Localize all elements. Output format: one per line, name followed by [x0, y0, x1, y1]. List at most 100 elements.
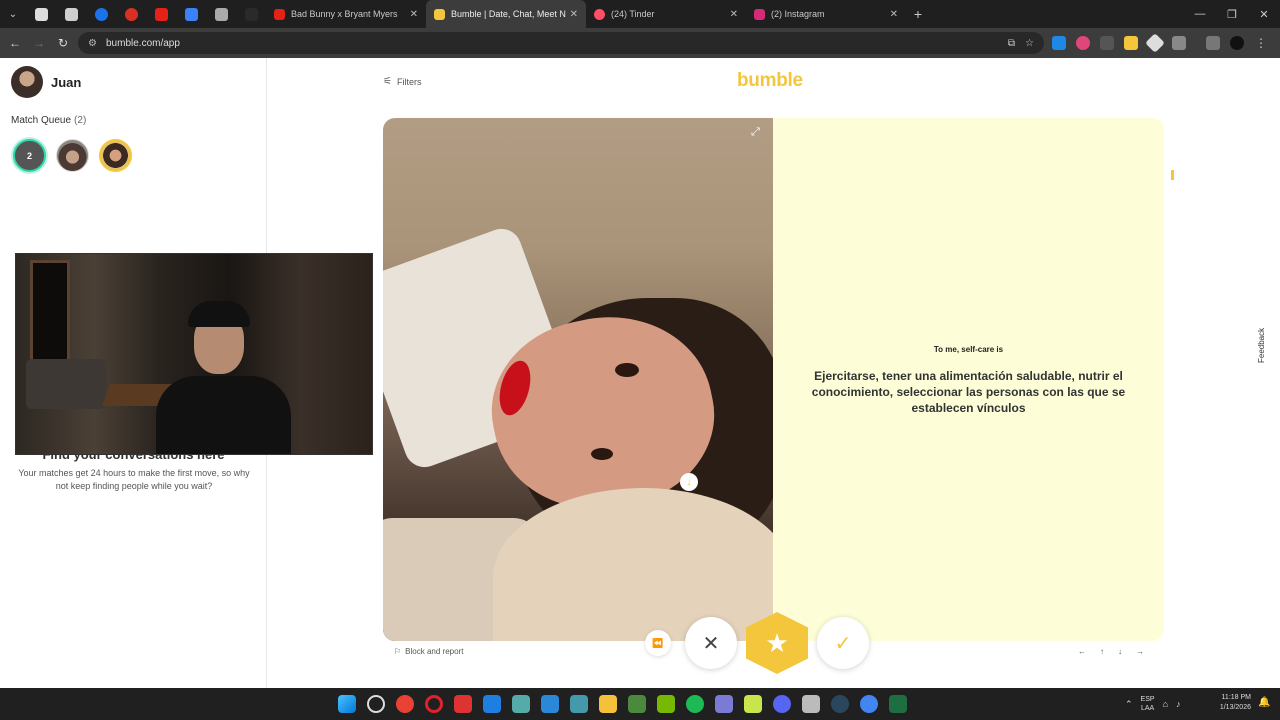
chrome-active-icon[interactable]: [860, 695, 878, 713]
pinned-tab-5[interactable]: [146, 0, 176, 28]
steam-icon[interactable]: [831, 695, 849, 713]
forward-icon[interactable]: →: [27, 28, 51, 58]
pinned-tab-8[interactable]: [236, 0, 266, 28]
pinned-tab-7[interactable]: [206, 0, 236, 28]
extension-icon[interactable]: [1124, 36, 1138, 50]
profile-avatar-icon[interactable]: [1230, 36, 1244, 50]
pinned-tab-2[interactable]: [56, 0, 86, 28]
extensions-puzzle-icon[interactable]: [1172, 36, 1186, 50]
translate-icon[interactable]: ⧉: [1008, 38, 1015, 49]
network-icon[interactable]: ⌂: [1163, 699, 1168, 709]
bookmark-star-icon[interactable]: ☆: [1025, 38, 1034, 49]
pinned-tab-3[interactable]: [86, 0, 116, 28]
excel-icon[interactable]: [889, 695, 907, 713]
tab-title: (24) Tinder: [611, 9, 655, 19]
pinned-tab-1[interactable]: [26, 0, 56, 28]
app-icon[interactable]: [570, 695, 588, 713]
site-info-icon[interactable]: ⚙: [88, 38, 100, 49]
new-tab-button[interactable]: +: [906, 6, 930, 22]
tinder-favicon-icon: [594, 8, 605, 20]
notification-bell-icon[interactable]: 🔔: [1258, 697, 1270, 708]
app-icon[interactable]: [512, 695, 530, 713]
match-queue-header: Match Queue (2): [11, 115, 86, 126]
volume-icon[interactable]: ♪: [1176, 699, 1181, 709]
close-tab-icon[interactable]: ✕: [730, 9, 738, 20]
tab-youtube[interactable]: Bad Bunny x Bryant Myers ✕: [266, 0, 426, 28]
browser-toolbar: ← → ↻ ⚙ bumble.com/app ⧉ ☆ ⋮: [0, 28, 1280, 58]
start-icon[interactable]: [338, 695, 356, 713]
match-queue-count: (2): [74, 115, 87, 126]
extensions-area: ⋮: [1052, 28, 1268, 58]
avatar[interactable]: [11, 66, 43, 98]
up-arrow-hint: ↑: [1100, 647, 1104, 656]
url-text: bumble.com/app: [106, 37, 180, 49]
pass-button[interactable]: ✕: [685, 617, 737, 669]
extension-icon[interactable]: [1052, 36, 1066, 50]
flag-icon: ⚐: [394, 647, 402, 656]
match-avatar[interactable]: [99, 139, 132, 172]
reading-list-icon[interactable]: [1206, 36, 1220, 50]
pinned-tab-4[interactable]: [116, 0, 146, 28]
chevron-up-icon[interactable]: ⌃: [1125, 699, 1133, 710]
pinned-favicon-icon: [244, 7, 258, 21]
streamer: [156, 296, 291, 454]
block-and-report-button[interactable]: ⚐ Block and report: [394, 647, 463, 656]
photos-icon[interactable]: [541, 695, 559, 713]
vpn-icon[interactable]: [715, 695, 733, 713]
chrome-menu-icon[interactable]: ⋮: [1254, 36, 1268, 50]
left-arrow-hint: ←: [1078, 647, 1086, 656]
nvidia-icon[interactable]: [657, 695, 675, 713]
close-tab-icon[interactable]: ✕: [570, 9, 578, 20]
time: 11:18 PM: [1221, 694, 1251, 701]
like-button[interactable]: ✓: [817, 617, 869, 669]
extension-icon[interactable]: [1076, 36, 1090, 50]
expand-icon[interactable]: ⤢: [751, 126, 760, 139]
tab-search-button[interactable]: ⌄: [0, 0, 26, 28]
rewind-button[interactable]: ⏪: [645, 630, 671, 656]
profile-photo[interactable]: ⤢ ↓: [383, 118, 773, 641]
queue-badge-count: 2: [26, 150, 32, 161]
match-avatar[interactable]: [56, 139, 89, 172]
pinned-tab-6[interactable]: [176, 0, 206, 28]
defender-icon[interactable]: [483, 695, 501, 713]
scroll-down-icon[interactable]: ↓: [680, 473, 698, 491]
app-icon[interactable]: [454, 695, 472, 713]
extension-icon[interactable]: [1145, 33, 1165, 53]
close-tab-icon[interactable]: ✕: [410, 9, 418, 20]
chrome-icon[interactable]: [396, 695, 414, 713]
app-icon[interactable]: [744, 695, 762, 713]
address-bar[interactable]: ⚙ bumble.com/app ⧉ ☆: [78, 32, 1044, 54]
discord-icon[interactable]: [773, 695, 791, 713]
filters-button[interactable]: ⚟ Filters: [383, 76, 421, 87]
extension-icon[interactable]: [1100, 36, 1114, 50]
app-icon[interactable]: [802, 695, 820, 713]
reload-icon[interactable]: ↻: [51, 28, 75, 58]
taskbar-apps: [338, 688, 907, 720]
close-tab-icon[interactable]: ✕: [890, 9, 898, 20]
user-profile[interactable]: Juan: [11, 66, 81, 98]
opera-icon[interactable]: [425, 695, 443, 713]
photo-eye: [615, 363, 639, 377]
close-window-icon[interactable]: ✕: [1248, 0, 1280, 28]
feedback-tab[interactable]: Feedback: [1257, 328, 1266, 363]
minimize-icon[interactable]: —: [1184, 0, 1216, 28]
file-explorer-icon[interactable]: [599, 695, 617, 713]
language-indicator[interactable]: ESP LAA: [1141, 695, 1155, 713]
back-icon[interactable]: ←: [3, 28, 27, 58]
spotify-icon[interactable]: [686, 695, 704, 713]
superswipe-button[interactable]: ★: [746, 612, 808, 674]
clock[interactable]: 11:18 PM 1/13/2026: [1205, 693, 1251, 713]
pinned-favicon-icon: [94, 7, 108, 21]
tab-title: Bumble | Date, Chat, Meet New: [451, 9, 566, 19]
bumble-favicon-icon: [434, 8, 445, 20]
tab-instagram[interactable]: (2) Instagram ✕: [746, 0, 906, 28]
beeline-badge[interactable]: 2: [13, 139, 46, 172]
search-icon[interactable]: [367, 695, 385, 713]
restore-icon[interactable]: ❐: [1216, 0, 1248, 28]
bumble-logo: bumble: [737, 70, 803, 91]
app-icon[interactable]: [628, 695, 646, 713]
tab-bumble[interactable]: Bumble | Date, Chat, Meet New ✕: [426, 0, 586, 28]
system-tray: ⌃ ESP LAA ⌂ ♪: [1125, 688, 1181, 720]
tab-tinder[interactable]: (24) Tinder ✕: [586, 0, 746, 28]
close-icon: ✕: [702, 632, 720, 655]
